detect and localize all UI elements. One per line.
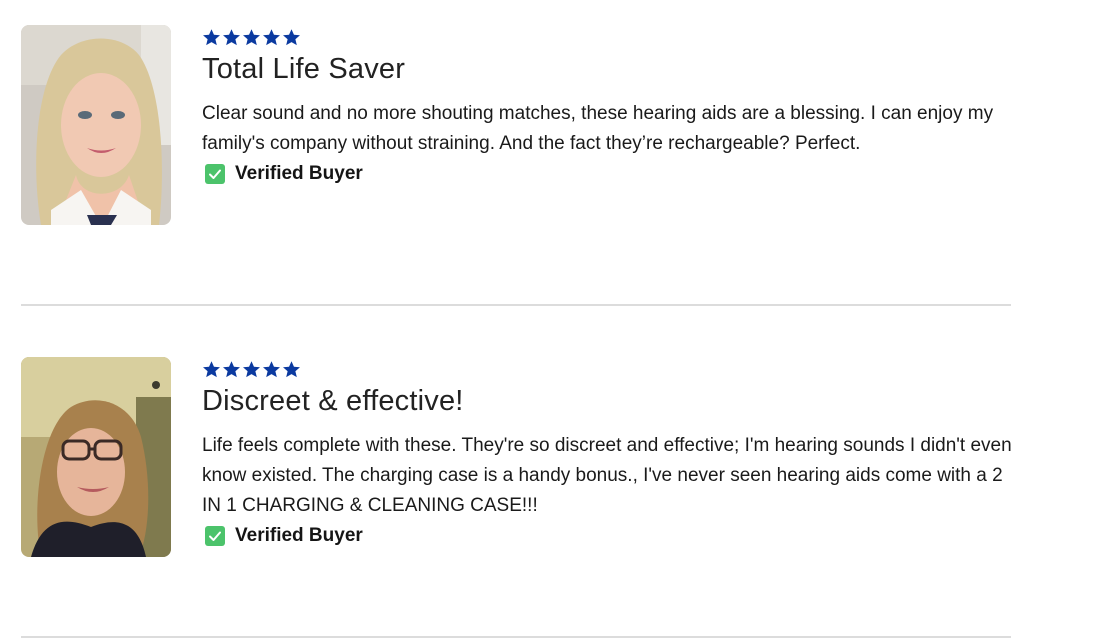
star-icon [223,361,240,378]
review-body: Total Life Saver Clear sound and no more… [202,25,1022,189]
review-text: Life feels complete with these. They're … [202,435,1012,516]
star-icon [243,361,260,378]
star-rating [202,28,1022,50]
star-icon [223,29,240,46]
star-icon [263,29,280,46]
verified-buyer-badge: Verified Buyer [202,159,1022,189]
star-rating [202,360,1022,382]
star-icon [263,361,280,378]
reviewer-avatar [21,357,171,557]
review-body: Discreet & effective! Life feels complet… [202,357,1022,551]
checkbox-check-icon [205,526,225,546]
star-icon [203,29,220,46]
verified-buyer-badge: Verified Buyer [202,521,1022,551]
review-text: Clear sound and no more shouting matches… [202,103,994,154]
star-icon [283,29,300,46]
divider [21,636,1011,638]
star-icon [203,361,220,378]
star-icon [243,29,260,46]
star-icon [283,361,300,378]
checkbox-check-icon [205,164,225,184]
divider [21,304,1011,306]
verified-buyer-label: Verified Buyer [235,163,363,184]
verified-buyer-label: Verified Buyer [235,525,363,546]
reviewer-avatar [21,25,171,225]
review-title: Total Life Saver [202,53,406,85]
review-title: Discreet & effective! [202,385,464,417]
